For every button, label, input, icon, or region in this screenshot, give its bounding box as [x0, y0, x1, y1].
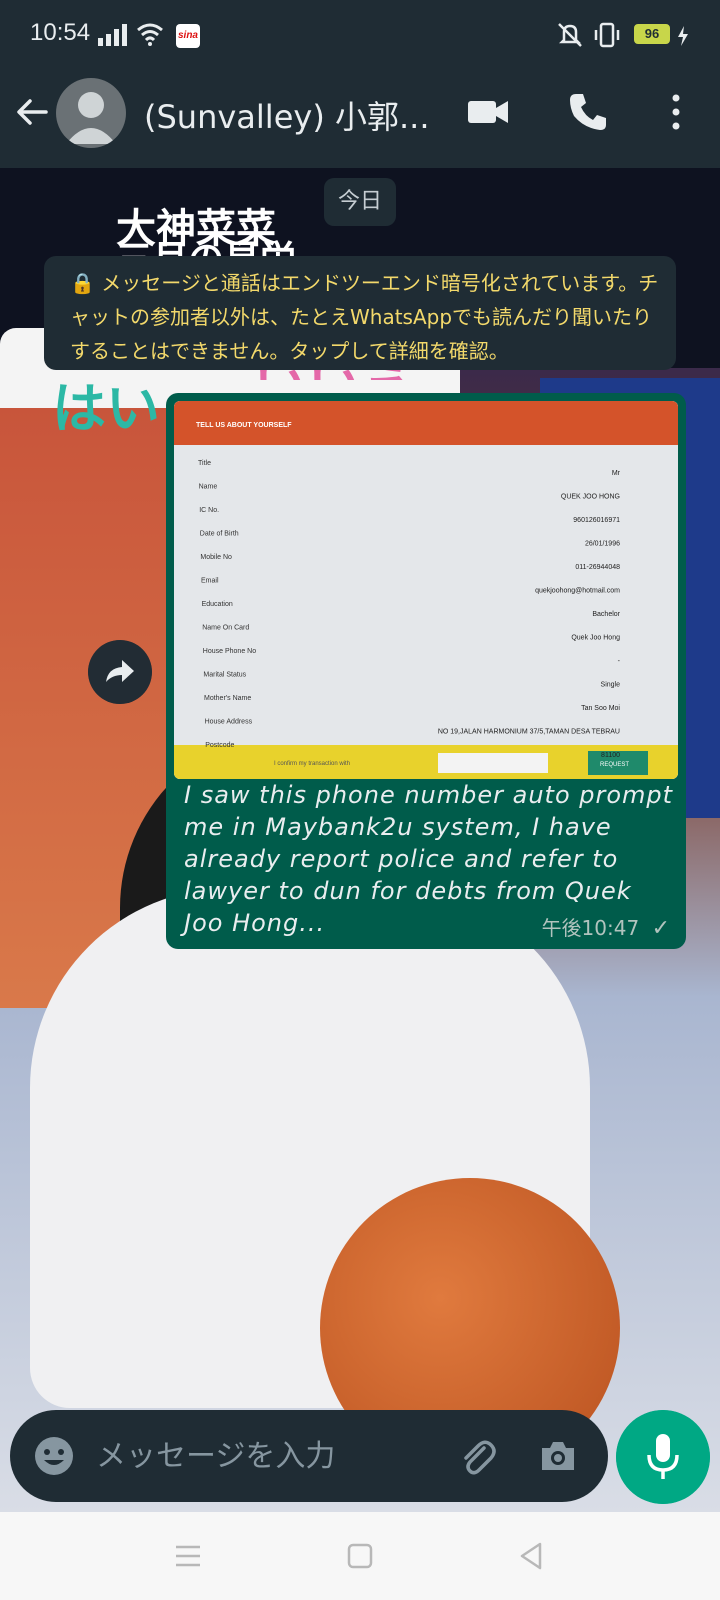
form-request-label: REQUEST: [600, 762, 629, 768]
contact-avatar[interactable]: [56, 78, 126, 148]
form-row-value: Mr: [612, 470, 621, 477]
form-row-value: 011-26944048: [575, 564, 620, 571]
camera-icon[interactable]: [536, 1434, 580, 1478]
chat-title[interactable]: (Sunvalley) 小郭...: [144, 92, 444, 138]
message-check-icon: ✓: [651, 916, 670, 941]
form-row-label: Name: [199, 484, 218, 491]
form-row-label: Mobile No: [200, 554, 232, 561]
form-row-value: Bachelor: [592, 611, 620, 618]
form-footer-text: I confirm my transaction with: [274, 761, 350, 767]
form-row-value: Quek Joo Hong: [571, 635, 620, 642]
form-row-value: quekjoohong@hotmail.com: [535, 588, 620, 595]
message-time: 午後10:47: [541, 916, 640, 940]
form-row-label: Date of Birth: [200, 531, 239, 538]
form-row-label: House Address: [205, 719, 253, 726]
form-row-label: House Phone No: [203, 648, 256, 655]
sina-app-icon: sina: [176, 24, 200, 48]
form-row-value: 26/01/1996: [585, 541, 620, 548]
outgoing-message[interactable]: Title Mr Name QUEK JOO HONG IC No. 9601260169…: [166, 393, 686, 949]
form-row-label: Mother's Name: [204, 695, 251, 702]
default-avatar-icon: [66, 92, 116, 144]
message-meta: 午後10:47 ✓: [542, 912, 670, 941]
form-row-value: NO 19,JALAN HARMONIUM 37/5,TAMAN DESA TE…: [438, 729, 620, 736]
message-input[interactable]: [96, 1430, 426, 1482]
wallpaper-yes-text: はい: [52, 377, 160, 440]
signal-icon: [98, 24, 127, 46]
form-row-label: Postcode: [205, 742, 234, 749]
form-row-value: 81100: [601, 752, 620, 759]
form-row-label: Email: [201, 578, 219, 585]
video-call-icon[interactable]: [462, 86, 514, 138]
home-nav-icon[interactable]: [342, 1538, 378, 1574]
form-row-label: Title: [198, 460, 211, 467]
vibrate-icon: [594, 22, 620, 48]
form-header: TELL US ABOUT YOURSELF: [196, 422, 292, 429]
back-nav-icon[interactable]: [514, 1538, 550, 1574]
form-row-label: Education: [202, 601, 233, 608]
back-arrow-icon[interactable]: [12, 92, 52, 132]
date-separator: 今日: [324, 178, 396, 226]
battery-indicator: 96: [634, 24, 670, 44]
encryption-notice[interactable]: 🔒 メッセージと通話はエンドツーエンド暗号化されています。チャットの参加者以外は…: [44, 256, 676, 370]
wallpaper-subcaption: 三月の見栄: [116, 230, 296, 256]
form-row-label: Marital Status: [203, 672, 246, 679]
microphone-icon[interactable]: [616, 1410, 710, 1504]
message-image[interactable]: Title Mr Name QUEK JOO HONG IC No. 9601260169…: [174, 401, 678, 779]
charging-icon: [678, 26, 688, 46]
status-time: 10:54: [30, 19, 91, 46]
form-row-value: QUEK JOO HONG: [561, 494, 620, 501]
chat-header: (Sunvalley) 小郭...: [0, 56, 720, 168]
form-row-label: IC No.: [199, 507, 219, 514]
more-options-icon[interactable]: [650, 86, 702, 138]
form-row-value: 960126016971: [573, 517, 620, 524]
form-row-value: Tan Soo Moi: [581, 705, 620, 712]
system-nav-bar: [0, 1512, 720, 1600]
message-composer: [10, 1410, 608, 1502]
attach-icon[interactable]: [454, 1434, 498, 1478]
voice-call-icon[interactable]: [562, 86, 614, 138]
form-row-value: Single: [601, 682, 621, 689]
mute-vibrate-icon: [558, 23, 582, 47]
form-row-label: Name On Card: [202, 625, 249, 632]
wifi-icon: [137, 23, 163, 46]
emoji-icon[interactable]: [32, 1434, 76, 1478]
forward-icon[interactable]: [88, 640, 152, 704]
status-bar: 10:54 sina 96: [0, 0, 720, 56]
menu-nav-icon[interactable]: [170, 1538, 206, 1574]
